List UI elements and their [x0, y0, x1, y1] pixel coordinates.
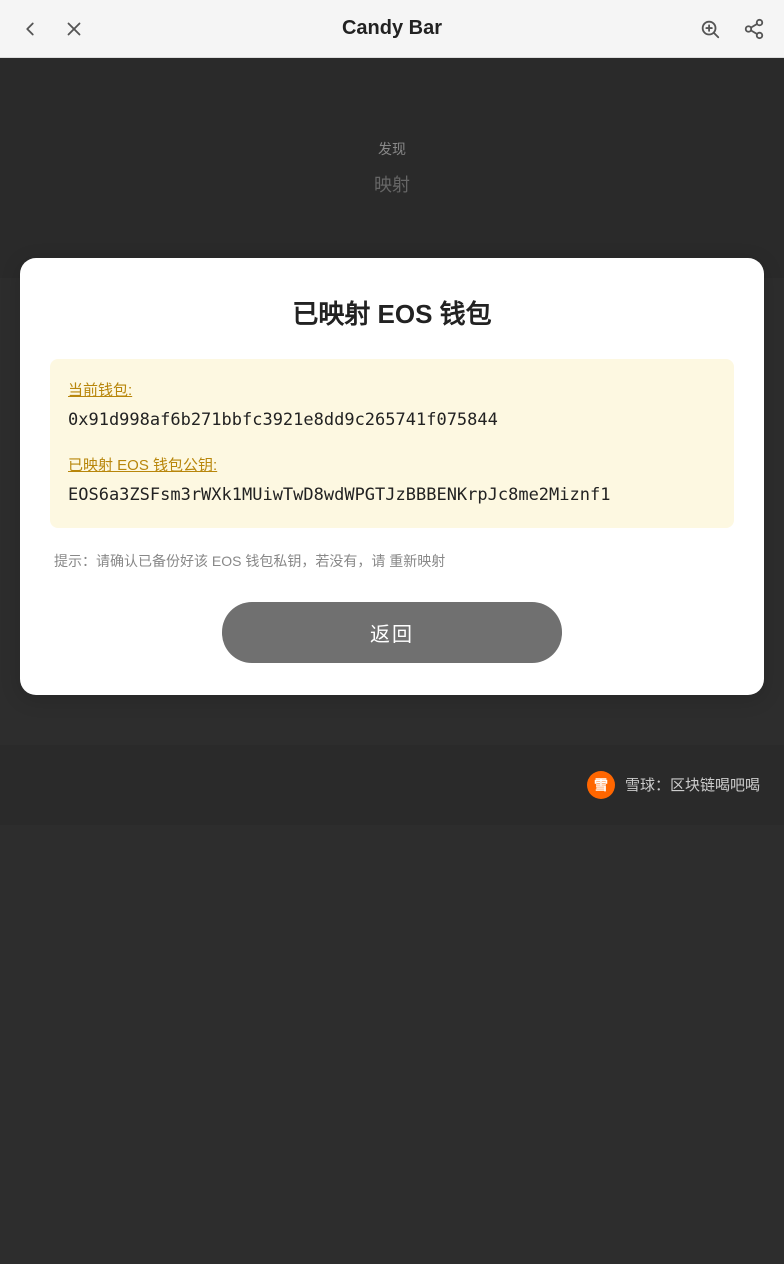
hint-text: 提示：请确认已备份好该 EOS 钱包私钥，若没有，请 重新映射: [50, 550, 734, 574]
close-button[interactable]: [60, 15, 88, 43]
dark-text-2: 映射: [374, 171, 410, 197]
footer-logo: 雪: [587, 771, 615, 799]
nav-right: [696, 15, 768, 43]
footer-brand: 雪球：区块链喝吧喝: [625, 774, 760, 795]
page-title: Candy Bar: [88, 17, 696, 40]
dark-text-1: 发现: [378, 139, 406, 159]
nav-left: [16, 15, 88, 43]
info-box: 当前钱包: 0x91d998af6b271bbfc3921e8dd9c26574…: [50, 359, 734, 528]
nav-bar: Candy Bar: [0, 0, 784, 58]
share-button[interactable]: [740, 15, 768, 43]
card-title: 已映射 EOS 钱包: [50, 294, 734, 331]
eos-label: 已映射 EOS 钱包公钥:: [68, 454, 716, 475]
wallet-label: 当前钱包:: [68, 379, 716, 400]
back-button[interactable]: [16, 15, 44, 43]
footer: 雪 雪球：区块链喝吧喝: [0, 745, 784, 825]
wallet-value: 0x91d998af6b271bbfc3921e8dd9c265741f0758…: [68, 408, 716, 434]
return-button[interactable]: 返回: [222, 602, 562, 663]
eos-value: EOS6a3ZSFsm3rWXk1MUiwTwD8wdWPGTJzBBBENKr…: [68, 483, 716, 509]
dark-background: 发现 映射: [0, 58, 784, 278]
scan-button[interactable]: [696, 15, 724, 43]
main-card: 已映射 EOS 钱包 当前钱包: 0x91d998af6b271bbfc3921…: [20, 258, 764, 695]
